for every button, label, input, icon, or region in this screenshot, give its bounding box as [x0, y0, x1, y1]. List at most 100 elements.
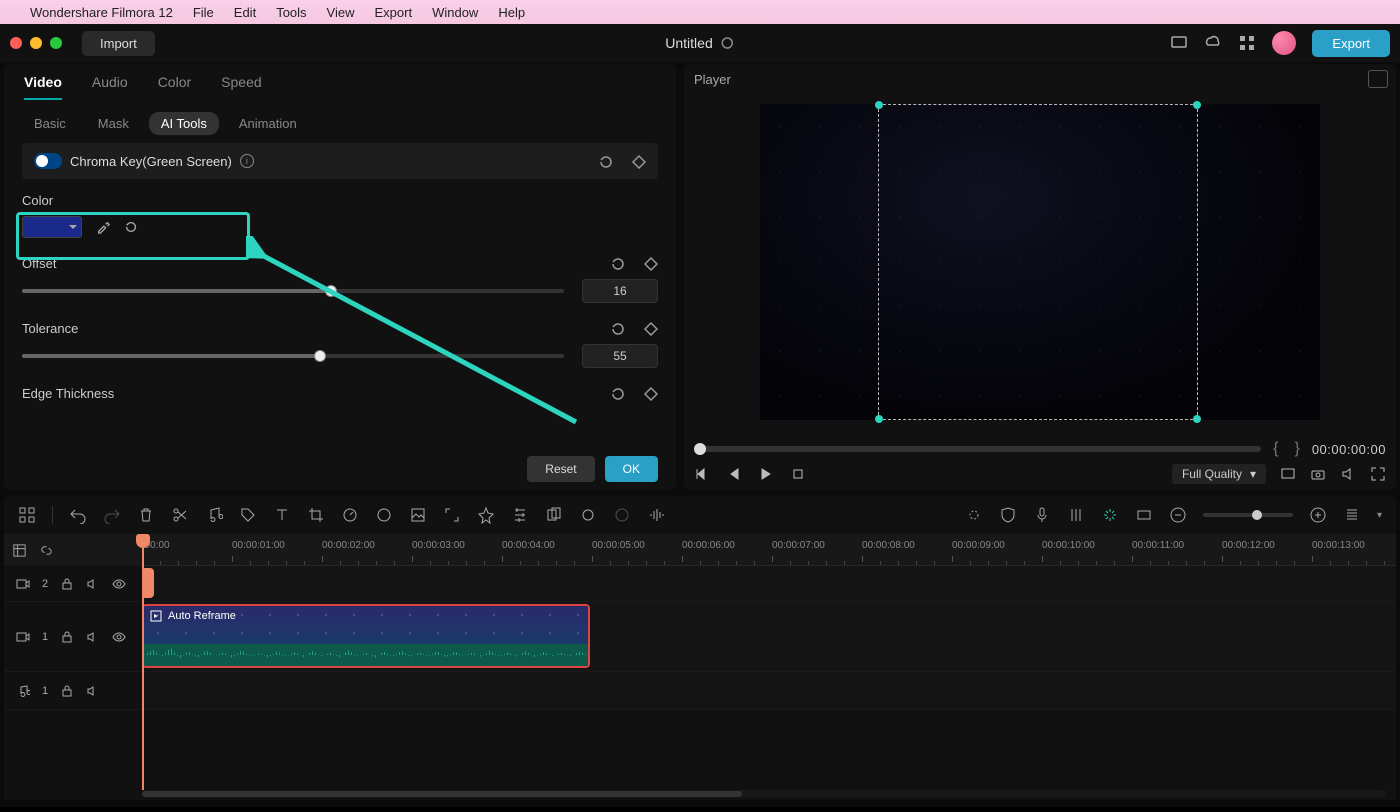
playhead[interactable]: [142, 534, 144, 790]
marker-icon[interactable]: [613, 506, 631, 524]
expand-icon[interactable]: [443, 506, 461, 524]
menubar-help[interactable]: Help: [498, 5, 525, 20]
delete-icon[interactable]: [137, 506, 155, 524]
color-swatch-dropdown[interactable]: [22, 216, 82, 238]
apps-grid-icon[interactable]: [1238, 34, 1256, 52]
color-reset-icon[interactable]: [124, 220, 138, 234]
fullscreen-window-icon[interactable]: [50, 37, 62, 49]
play-backward-icon[interactable]: [726, 466, 742, 482]
subtab-ai-tools[interactable]: AI Tools: [149, 112, 219, 135]
menubar-file[interactable]: File: [193, 5, 214, 20]
timeline-ruler[interactable]: |00:0000:00:01:0000:00:02:0000:00:03:000…: [142, 534, 1396, 566]
seek-bar[interactable]: [694, 446, 1261, 452]
tolerance-value[interactable]: 55: [582, 344, 658, 368]
audio-levels-icon[interactable]: [647, 506, 665, 524]
mark-out-icon[interactable]: }: [1290, 440, 1303, 458]
reset-icon[interactable]: [598, 154, 613, 169]
mute-track-icon[interactable]: [86, 577, 100, 591]
crop-icon[interactable]: [307, 506, 325, 524]
cloud-download-icon[interactable]: [1204, 34, 1222, 52]
detach-player-icon[interactable]: [1280, 466, 1296, 482]
menubar-tools[interactable]: Tools: [276, 5, 306, 20]
redo-icon[interactable]: [103, 506, 121, 524]
picture-icon[interactable]: [409, 506, 427, 524]
mute-track-icon[interactable]: [86, 684, 100, 698]
player-viewport[interactable]: [694, 93, 1386, 430]
snapshot-icon[interactable]: [1310, 466, 1326, 482]
tolerance-reset-icon[interactable]: [610, 321, 625, 336]
lock-icon[interactable]: [60, 630, 74, 644]
menubar-export[interactable]: Export: [375, 5, 413, 20]
offset-slider[interactable]: [22, 289, 564, 293]
scopes-button[interactable]: [1368, 70, 1388, 88]
speed-icon[interactable]: [341, 506, 359, 524]
split-icon[interactable]: [171, 506, 189, 524]
music-icon[interactable]: [205, 506, 223, 524]
menubar-window[interactable]: Window: [432, 5, 478, 20]
tab-video[interactable]: Video: [24, 74, 62, 100]
mic-icon[interactable]: [1033, 506, 1051, 524]
mute-track-icon[interactable]: [86, 630, 100, 644]
subtab-basic[interactable]: Basic: [22, 112, 78, 135]
playback-quality-dropdown[interactable]: Full Quality ▾: [1172, 464, 1266, 484]
play-icon[interactable]: [758, 466, 774, 482]
mute-icon[interactable]: [1340, 466, 1356, 482]
view-mode-icon[interactable]: [1135, 506, 1153, 524]
prev-frame-icon[interactable]: [694, 466, 710, 482]
voice-icon[interactable]: [579, 506, 597, 524]
undo-icon[interactable]: [69, 506, 87, 524]
menubar-view[interactable]: View: [327, 5, 355, 20]
auto-icon[interactable]: [965, 506, 983, 524]
mark-in-icon[interactable]: {: [1269, 440, 1282, 458]
zoom-out-icon[interactable]: [1169, 506, 1187, 524]
handle-tr[interactable]: [1193, 101, 1201, 109]
handle-tl[interactable]: [875, 101, 883, 109]
close-window-icon[interactable]: [10, 37, 22, 49]
tolerance-slider[interactable]: [22, 354, 564, 358]
timeline-scrollbar[interactable]: [142, 790, 1386, 798]
tag-icon[interactable]: [239, 506, 257, 524]
tab-speed[interactable]: Speed: [221, 74, 261, 100]
selection-box[interactable]: [878, 104, 1198, 420]
visibility-icon[interactable]: [112, 577, 126, 591]
video-clip[interactable]: Auto Reframe: [142, 604, 590, 668]
offset-value[interactable]: 16: [582, 279, 658, 303]
tab-color[interactable]: Color: [158, 74, 191, 100]
tolerance-keyframe-icon[interactable]: [643, 321, 658, 336]
fullscreen-icon[interactable]: [1370, 466, 1386, 482]
display-icon[interactable]: [1170, 34, 1188, 52]
export-button[interactable]: Export: [1312, 30, 1390, 57]
tracks-panel-icon[interactable]: [12, 543, 27, 558]
subtab-animation[interactable]: Animation: [227, 112, 309, 135]
eyedropper-icon[interactable]: [96, 220, 110, 234]
offset-keyframe-icon[interactable]: [643, 256, 658, 271]
menubar-edit[interactable]: Edit: [234, 5, 256, 20]
keyframe-icon[interactable]: [631, 154, 646, 169]
render-icon[interactable]: [545, 506, 563, 524]
tab-audio[interactable]: Audio: [92, 74, 128, 100]
zoom-in-icon[interactable]: [1309, 506, 1327, 524]
handle-br[interactable]: [1193, 415, 1201, 423]
track-options-chevron-icon[interactable]: ▾: [1377, 510, 1382, 521]
handle-bl[interactable]: [875, 415, 883, 423]
edge-reset-icon[interactable]: [610, 386, 625, 401]
lock-icon[interactable]: [60, 684, 74, 698]
subtab-mask[interactable]: Mask: [86, 112, 141, 135]
offset-reset-icon[interactable]: [610, 256, 625, 271]
grid-view-icon[interactable]: [18, 506, 36, 524]
user-avatar[interactable]: [1272, 31, 1296, 55]
track-height-icon[interactable]: [1343, 506, 1361, 524]
shield-icon[interactable]: [999, 506, 1017, 524]
visibility-icon[interactable]: [112, 630, 126, 644]
text-icon[interactable]: [273, 506, 291, 524]
reset-button[interactable]: Reset: [527, 456, 594, 482]
import-button[interactable]: Import: [82, 31, 155, 56]
color-icon[interactable]: [375, 506, 393, 524]
effects-icon[interactable]: [477, 506, 495, 524]
minimize-window-icon[interactable]: [30, 37, 42, 49]
stop-icon[interactable]: [790, 466, 806, 482]
edge-keyframe-icon[interactable]: [643, 386, 658, 401]
timeline-zoom-slider[interactable]: [1203, 513, 1293, 517]
ok-button[interactable]: OK: [605, 456, 658, 482]
adjust-icon[interactable]: [511, 506, 529, 524]
